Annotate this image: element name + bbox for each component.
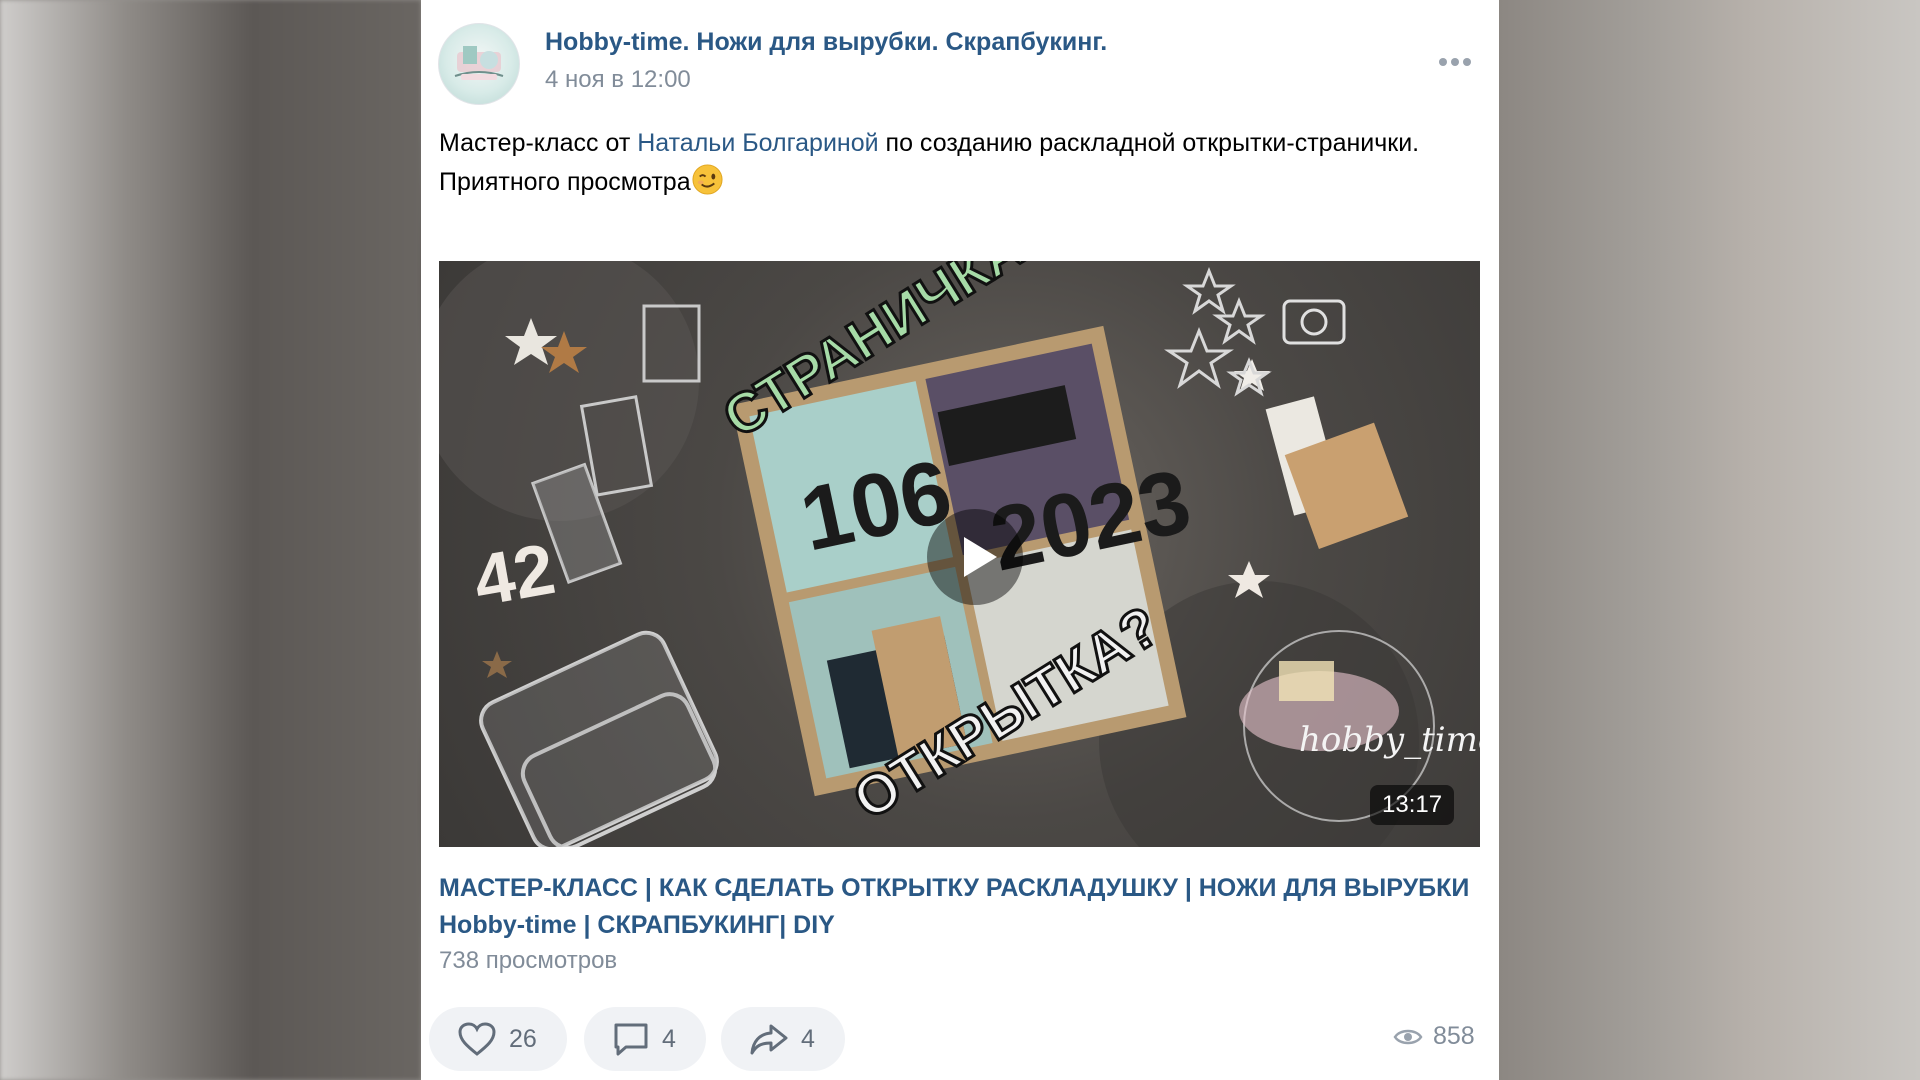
post-text-part: Мастер-класс от bbox=[439, 129, 638, 157]
post-card: Hobby-time. Ножи для вырубки. Скрапбукин… bbox=[421, 0, 1499, 1080]
post-text-part: по созданию раскладной открытки-страничк… bbox=[878, 129, 1420, 157]
background-left bbox=[0, 0, 421, 1080]
heart-icon bbox=[458, 1022, 496, 1056]
post-text: Мастер-класс от Натальи Болгариной по со… bbox=[439, 124, 1469, 202]
background-right bbox=[1499, 0, 1920, 1080]
like-button[interactable]: 26 bbox=[429, 1007, 567, 1071]
like-count: 26 bbox=[509, 1024, 537, 1053]
post-date[interactable]: 4 ноя в 12:00 bbox=[545, 66, 691, 94]
eye-icon bbox=[1393, 1029, 1423, 1044]
comment-button[interactable]: 4 bbox=[584, 1007, 706, 1071]
views-count: 858 bbox=[1433, 1022, 1475, 1050]
video-title-link[interactable]: МАСТЕР-КЛАСС | КАК СДЕЛАТЬ ОТКРЫТКУ РАСК… bbox=[439, 870, 1479, 944]
group-name-link[interactable]: Hobby-time. Ножи для вырубки. Скрапбукин… bbox=[545, 28, 1107, 57]
more-options-icon[interactable] bbox=[1435, 52, 1475, 72]
watermark-text: hobby_time bbox=[1299, 720, 1480, 760]
play-icon[interactable] bbox=[925, 507, 1025, 607]
video-duration-badge: 13:17 bbox=[1370, 785, 1455, 825]
video-thumbnail[interactable]: 42 106 2023 СТРАНИЧКА? ОТКРЫТКА? hobby_t… bbox=[439, 261, 1480, 847]
share-icon bbox=[750, 1024, 788, 1055]
comment-icon bbox=[614, 1023, 648, 1056]
share-button[interactable]: 4 bbox=[721, 1007, 845, 1071]
group-avatar[interactable] bbox=[438, 23, 520, 105]
post-text-line: Приятного просмотра bbox=[439, 168, 691, 196]
numbers-left: 42 bbox=[468, 529, 561, 622]
video-views: 738 просмотров bbox=[439, 947, 618, 974]
views-counter: 858 bbox=[1393, 1022, 1475, 1051]
share-count: 4 bbox=[801, 1024, 815, 1053]
wink-emoji-icon bbox=[692, 164, 723, 195]
author-mention-link[interactable]: Натальи Болгариной bbox=[637, 129, 878, 157]
comment-count: 4 bbox=[662, 1024, 676, 1053]
